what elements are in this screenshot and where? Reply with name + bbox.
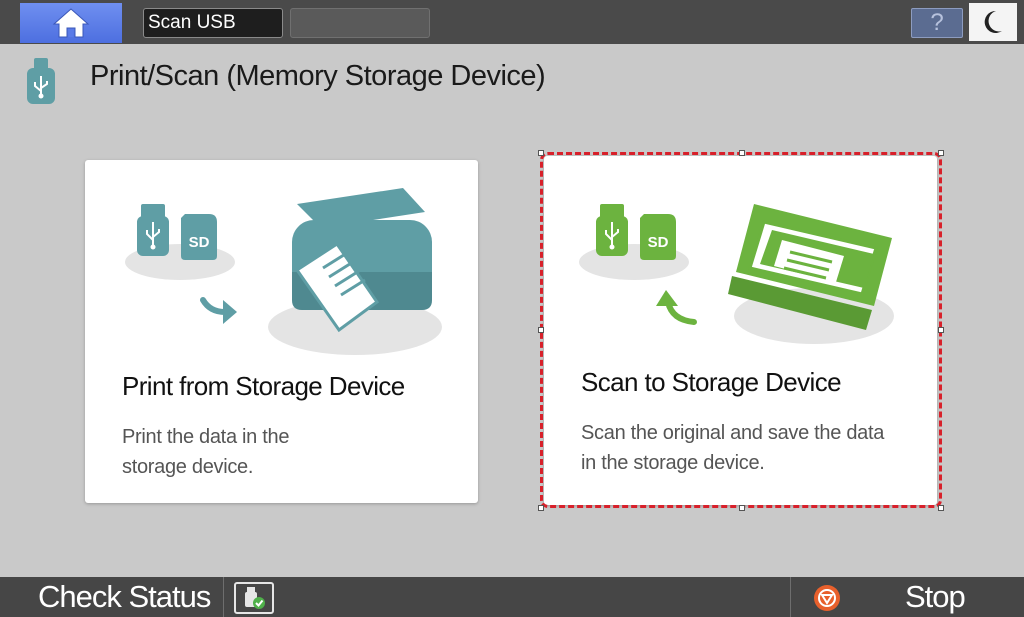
help-button[interactable]: ? (911, 8, 963, 38)
card-description: Scan the original and save the data in t… (581, 422, 885, 474)
moon-icon (984, 10, 1002, 33)
home-button[interactable] (20, 3, 122, 43)
sleep-button[interactable] (969, 3, 1017, 41)
selection-handle (538, 150, 544, 156)
selection-handle (538, 327, 544, 333)
card-title: Scan to Storage Device (581, 367, 842, 397)
media-status-button[interactable] (234, 582, 274, 614)
stop-button[interactable]: Stop (905, 579, 966, 615)
print-illustration: SD (125, 188, 442, 355)
selection-handle (938, 150, 944, 156)
svg-text:SD: SD (648, 234, 669, 251)
home-icon (52, 8, 90, 38)
selection-handle (538, 505, 544, 511)
page-title: Print/Scan (Memory Storage Device) (90, 60, 546, 92)
selection-handle (739, 505, 745, 511)
stop-icon[interactable] (813, 584, 841, 612)
selection-handle (938, 327, 944, 333)
scan-illustration: SD (579, 204, 894, 344)
card-description: Print the data in the storage device. (122, 426, 290, 478)
selection-handle (938, 505, 944, 511)
scan-to-storage-card[interactable]: SD Scan to Storage Device Scan the origi… (544, 156, 937, 505)
tab-scan-usb[interactable]: Scan USB (143, 8, 283, 38)
card-title: Print from Storage Device (122, 371, 405, 401)
print-from-storage-card[interactable]: SD Print from Storage Device Print the d… (85, 160, 478, 503)
usb-check-icon (245, 587, 265, 609)
divider (223, 577, 224, 617)
check-status-button[interactable]: Check Status (38, 579, 211, 615)
selection-handle (739, 150, 745, 156)
usb-icon (27, 58, 55, 104)
divider (790, 577, 791, 617)
tab-empty[interactable] (290, 8, 430, 38)
svg-text:SD: SD (189, 234, 210, 251)
